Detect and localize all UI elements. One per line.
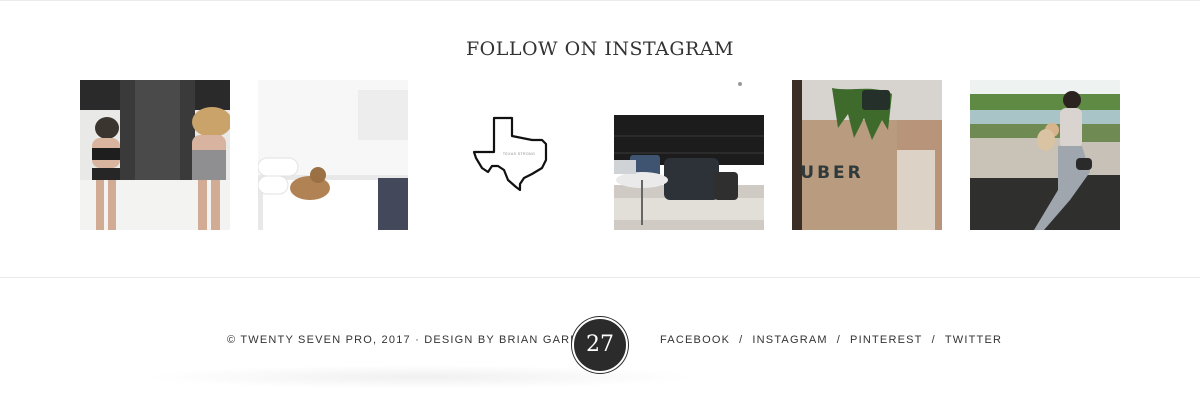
copyright-text: © TWENTY SEVEN PRO, 2017 · DESIGN BY BRI… (227, 334, 607, 346)
svg-text:UBER: UBER (800, 163, 863, 183)
footer-shadow (140, 365, 700, 389)
social-separator: / (836, 334, 842, 346)
top-divider (0, 0, 1200, 1)
social-links-nav: FACEBOOK / INSTAGRAM / PINTEREST / TWITTER (660, 334, 1001, 346)
social-link-instagram[interactable]: INSTAGRAM (752, 334, 827, 346)
social-separator: / (739, 334, 744, 346)
instagram-photo-lakeside-dog[interactable] (970, 80, 1120, 230)
instagram-photo-dog-on-bed[interactable] (258, 80, 408, 230)
instagram-photo-texas-strong[interactable]: TEXAS STRONG (436, 80, 586, 230)
social-link-pinterest[interactable]: PINTEREST (850, 334, 923, 346)
social-separator: / (931, 334, 936, 346)
social-link-facebook[interactable]: FACEBOOK (660, 334, 730, 346)
svg-text:TEXAS STRONG: TEXAS STRONG (503, 152, 535, 156)
instagram-widget-title: FOLLOW ON INSTAGRAM (465, 38, 735, 60)
footer-divider (0, 277, 1200, 278)
instagram-photo-uber-office[interactable]: UBER (792, 80, 942, 230)
social-link-twitter[interactable]: TWITTER (945, 334, 1002, 346)
site-logo-badge[interactable]: 27 (572, 317, 628, 373)
instagram-photo-poolside[interactable] (80, 80, 230, 230)
instagram-photo-cafe-laptop[interactable] (614, 80, 764, 230)
